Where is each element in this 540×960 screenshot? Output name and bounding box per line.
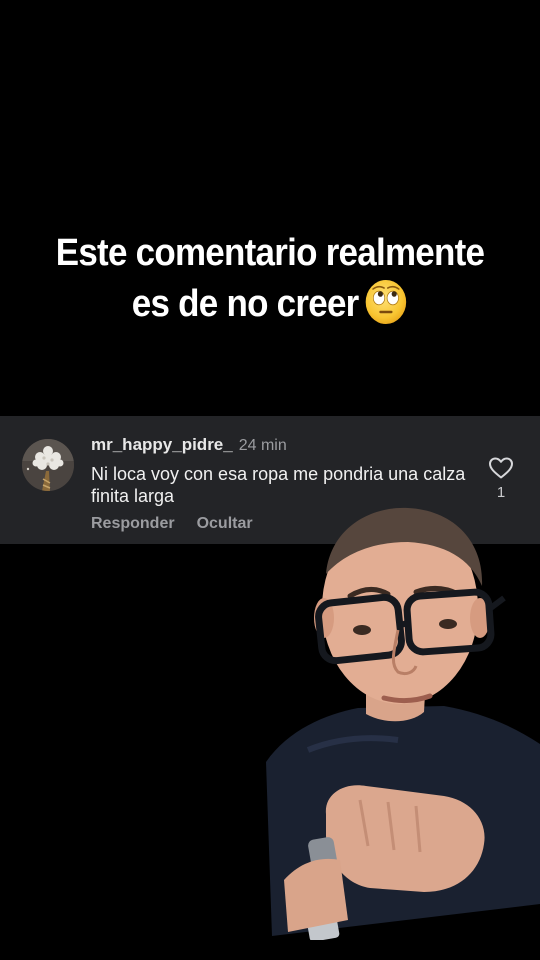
caption-overlay: Este comentario realmente es de no creer [40, 228, 500, 329]
caption-line-2: es de no creer [40, 278, 500, 329]
face-with-rolling-eyes-icon [365, 280, 407, 324]
comment-actions: Responder Ocultar [91, 514, 253, 534]
comment-meta: mr_happy_pidre_ 24 min [91, 435, 287, 456]
hide-button[interactable]: Ocultar [197, 515, 253, 532]
video-frame: Este comentario realmente es de no creer [0, 0, 540, 960]
comment-username[interactable]: mr_happy_pidre_ [91, 435, 233, 454]
like-button[interactable]: 1 [486, 456, 516, 502]
avatar[interactable] [22, 439, 74, 491]
avatar-flower-icon [22, 439, 74, 491]
comment-time: 24 min [238, 437, 287, 454]
caption-line-2-text: es de no creer [131, 283, 360, 325]
heart-outline-icon [489, 457, 513, 479]
caption-line-1: Este comentario realmente [55, 232, 485, 274]
reply-button[interactable]: Responder [91, 515, 175, 532]
reactor-person-image [248, 500, 540, 940]
